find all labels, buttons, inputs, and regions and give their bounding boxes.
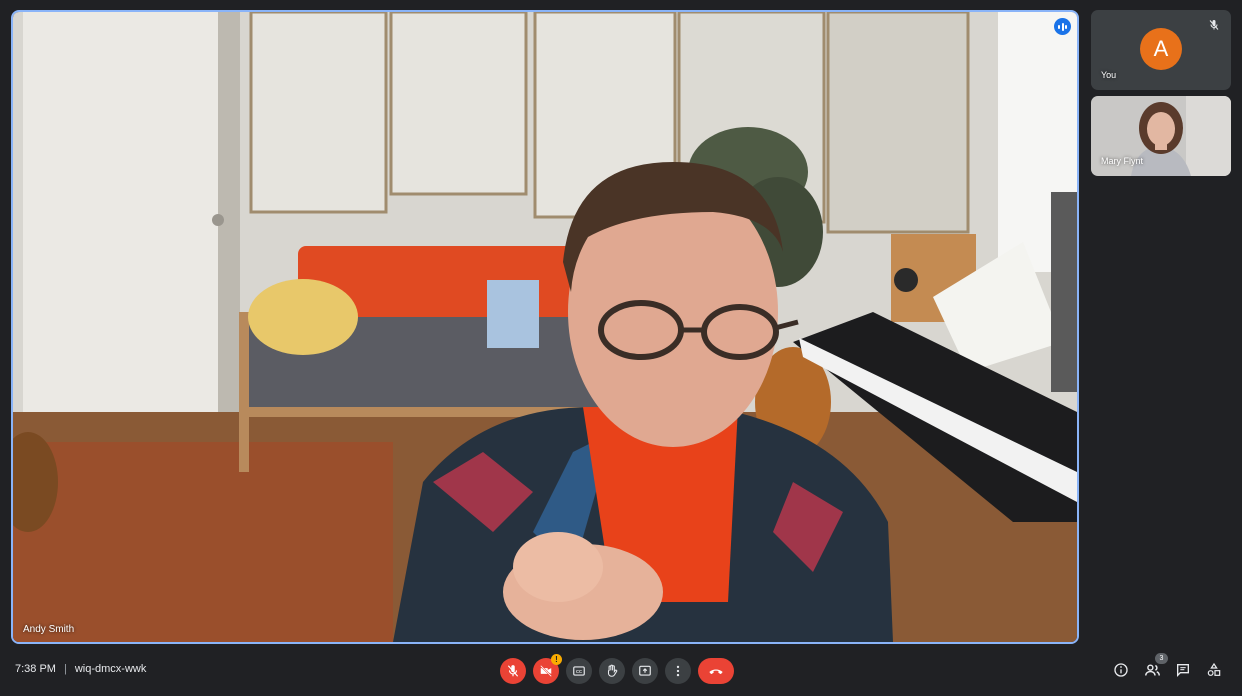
- captions-button[interactable]: CC: [566, 658, 592, 684]
- speaker-name-label: Andy Smith: [23, 624, 75, 635]
- camera-warning-badge: !: [551, 654, 562, 665]
- side-panel-controls: 3: [1112, 653, 1223, 679]
- call-controls: ! CC: [500, 654, 734, 684]
- meeting-info-separator: |: [63, 663, 67, 675]
- people-icon: [1144, 663, 1160, 676]
- meeting-code: wiq-dmcx-wwk: [74, 663, 147, 675]
- hand-icon: [607, 664, 618, 677]
- meeting-details-button[interactable]: [1112, 661, 1130, 679]
- raise-hand-button[interactable]: [599, 658, 625, 684]
- main-video-tile[interactable]: Andy Smith: [11, 10, 1079, 644]
- mic-off-icon: [507, 665, 519, 677]
- people-count-badge: 3: [1155, 653, 1168, 664]
- microphone-toggle-button[interactable]: [500, 658, 526, 684]
- cc-icon: CC: [573, 666, 585, 676]
- mic-off-icon: [1209, 20, 1219, 30]
- present-icon: [639, 665, 651, 676]
- camera-toggle-button[interactable]: !: [533, 654, 562, 684]
- speaker-video-frame: [13, 12, 1077, 642]
- avatar: A: [1140, 28, 1182, 70]
- call-end-icon: [709, 669, 723, 674]
- present-button[interactable]: [632, 658, 658, 684]
- participant-tile-you[interactable]: A You: [1091, 10, 1231, 90]
- chat-button[interactable]: [1174, 661, 1192, 679]
- leave-call-button[interactable]: [698, 658, 734, 684]
- svg-text:CC: CC: [576, 669, 582, 674]
- speaking-indicator-icon: [1054, 18, 1071, 35]
- chat-icon: [1177, 664, 1189, 677]
- meeting-info: 7:38 PM | wiq-dmcx-wwk: [15, 663, 146, 675]
- info-icon: [1114, 663, 1128, 677]
- more-vert-icon: [676, 665, 680, 677]
- participant-name-label: You: [1101, 70, 1117, 80]
- participant-tile-mary-flynt[interactable]: Mary Flynt: [1091, 96, 1231, 176]
- activities-button[interactable]: [1205, 661, 1223, 679]
- meeting-time: 7:38 PM: [15, 663, 56, 675]
- participant-name-label: Mary Flynt: [1101, 156, 1144, 166]
- activities-icon: [1207, 662, 1221, 676]
- camera-off-icon: [540, 665, 552, 677]
- more-options-button[interactable]: [665, 658, 691, 684]
- people-button[interactable]: 3: [1143, 653, 1168, 679]
